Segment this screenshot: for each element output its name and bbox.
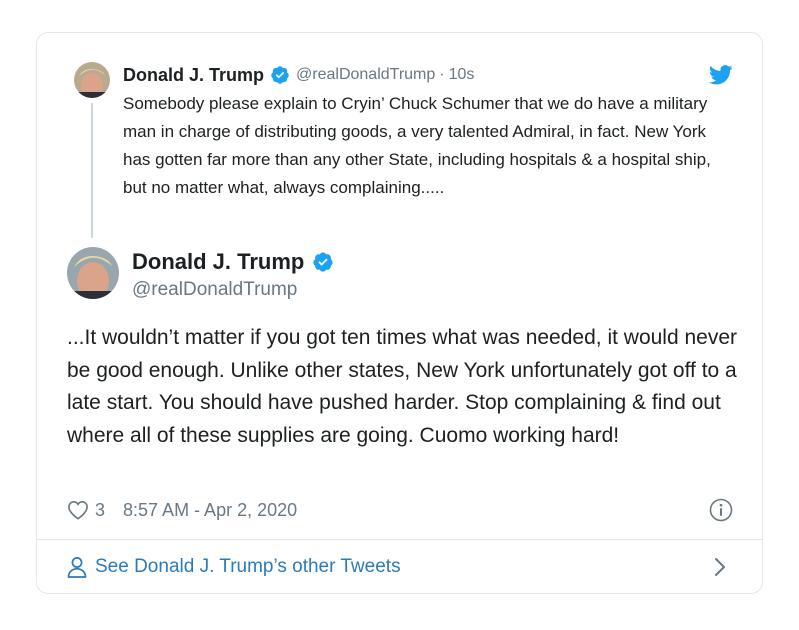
person-icon bbox=[67, 556, 87, 578]
main-author-handle[interactable]: @realDonaldTrump bbox=[132, 279, 297, 301]
verified-badge-icon bbox=[312, 251, 334, 273]
separator-dot: · bbox=[439, 66, 445, 83]
main-author-name[interactable]: Donald J. Trump bbox=[132, 249, 304, 275]
main-author-row: Donald J. Trump bbox=[132, 249, 340, 275]
parent-tweet-time[interactable]: 10s bbox=[449, 66, 475, 84]
info-icon[interactable] bbox=[709, 498, 733, 522]
like-count[interactable]: 3 bbox=[95, 500, 105, 521]
parent-author-name[interactable]: Donald J. Trump bbox=[123, 65, 264, 86]
heart-icon[interactable] bbox=[67, 500, 89, 520]
see-other-tweets-link[interactable]: See Donald J. Trump’s other Tweets bbox=[67, 553, 401, 581]
verified-badge-icon bbox=[270, 65, 290, 85]
parent-tweet-text: Somebody please explain to Cryin’ Chuck … bbox=[123, 94, 711, 197]
tweet-meta-row: 3 8:57 AM - Apr 2, 2020 bbox=[67, 497, 297, 523]
main-avatar[interactable] bbox=[67, 247, 119, 299]
embedded-tweet-card: Donald J. Trump @realDonaldTrump · 10s S… bbox=[36, 32, 763, 594]
thread-connector-line bbox=[91, 103, 93, 238]
see-other-tweets-label: See Donald J. Trump’s other Tweets bbox=[95, 556, 401, 577]
parent-tweet-header: Donald J. Trump @realDonaldTrump · 10s bbox=[123, 63, 474, 87]
parent-author-handle[interactable]: @realDonaldTrump bbox=[296, 66, 435, 84]
twitter-bird-icon[interactable] bbox=[708, 65, 733, 85]
card-divider bbox=[37, 539, 762, 540]
parent-avatar[interactable] bbox=[74, 62, 110, 98]
main-tweet-text: ...It wouldn’t matter if you got ten tim… bbox=[67, 326, 738, 447]
tweet-timestamp[interactable]: 8:57 AM - Apr 2, 2020 bbox=[123, 500, 297, 521]
chevron-right-icon[interactable] bbox=[713, 557, 727, 577]
